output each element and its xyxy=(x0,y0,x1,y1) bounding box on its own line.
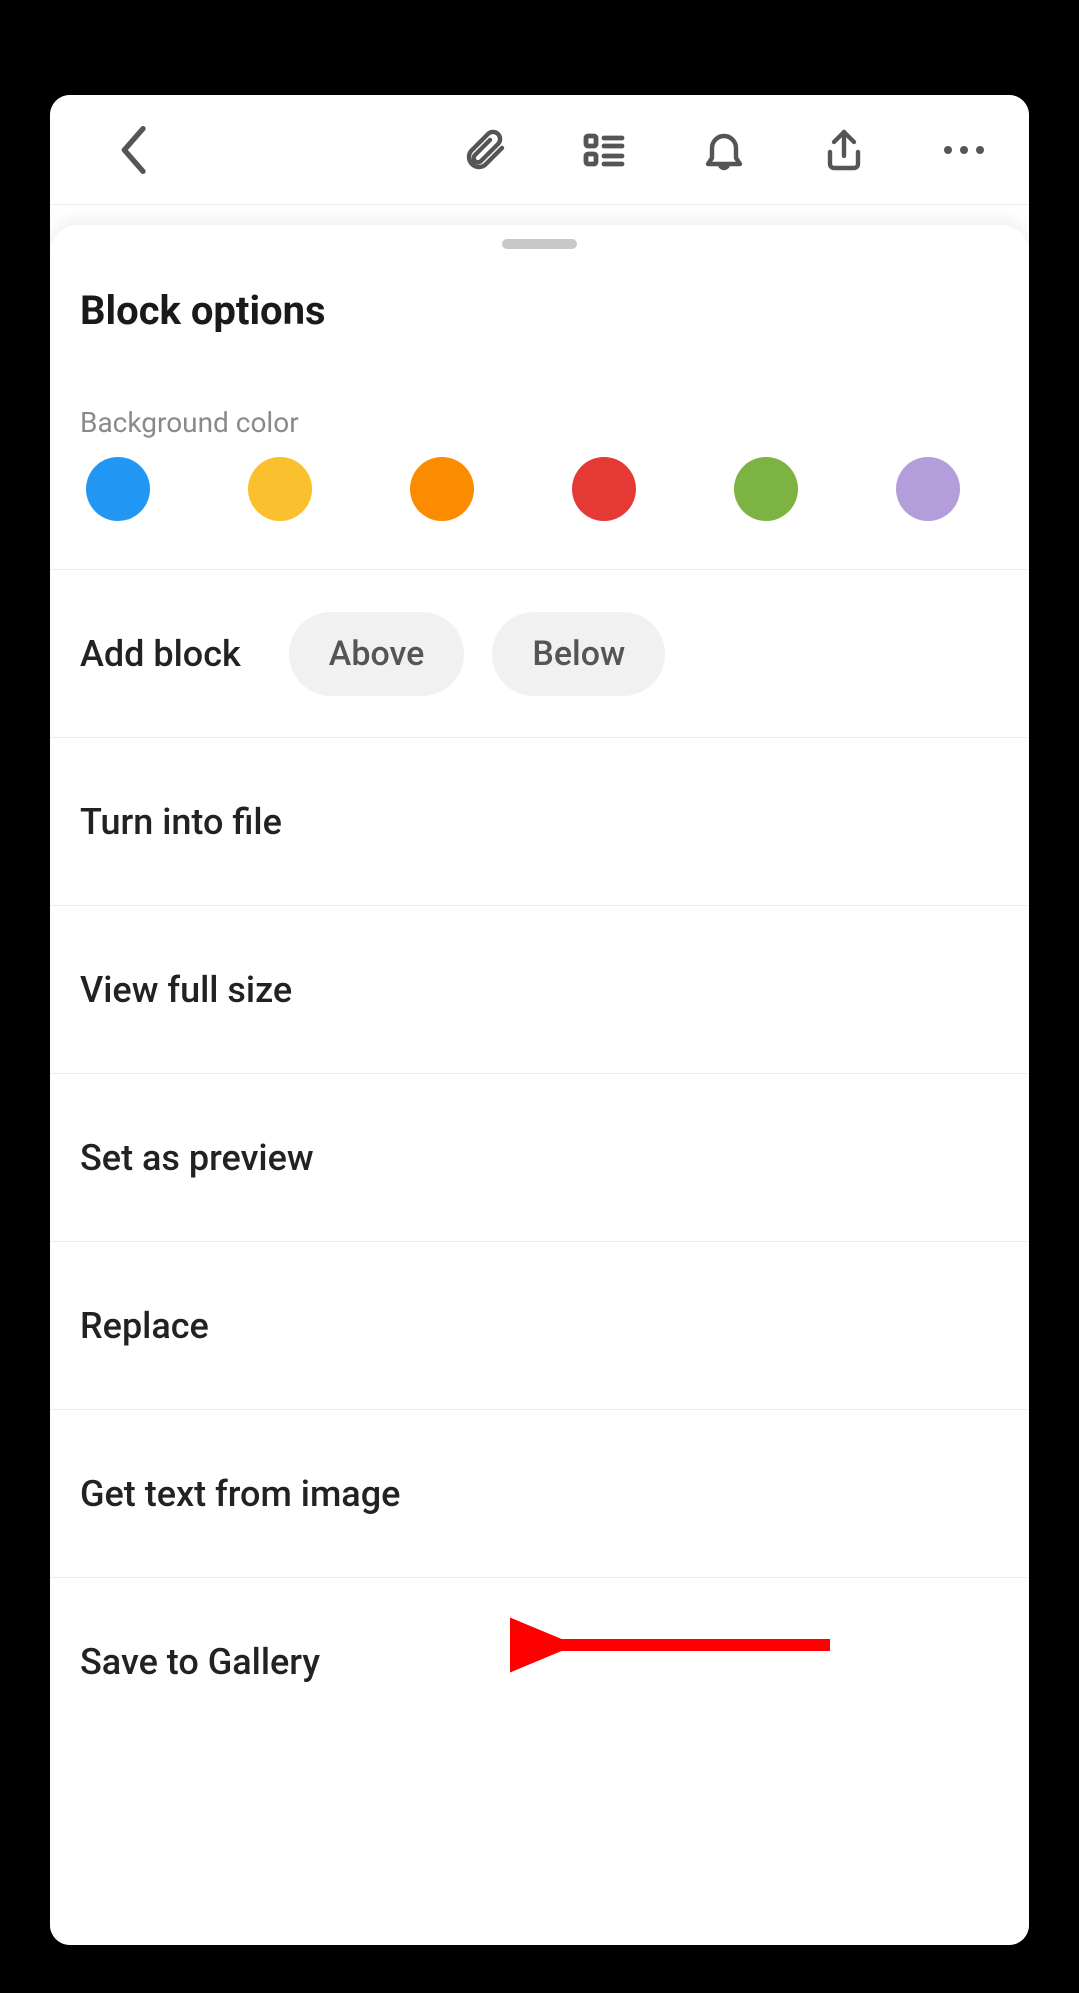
color-swatch-green[interactable] xyxy=(734,457,798,521)
option-label: Get text from image xyxy=(80,1473,400,1515)
sheet-drag-handle[interactable] xyxy=(502,239,577,249)
block-options-sheet: Block options Background color Add block… xyxy=(50,225,1029,1945)
option-save-to-gallery[interactable]: Save to Gallery xyxy=(50,1578,1029,1746)
share-icon[interactable] xyxy=(799,120,889,180)
sheet-title: Block options xyxy=(50,249,1029,344)
attachment-icon[interactable] xyxy=(439,120,529,180)
add-block-above-button[interactable]: Above xyxy=(289,612,465,696)
add-block-below-button[interactable]: Below xyxy=(492,612,665,696)
bell-icon[interactable] xyxy=(679,120,769,180)
add-block-label: Add block xyxy=(80,633,241,675)
list-icon[interactable] xyxy=(559,120,649,180)
option-replace[interactable]: Replace xyxy=(50,1242,1029,1410)
color-swatch-orange[interactable] xyxy=(410,457,474,521)
app-screen: Block options Background color Add block… xyxy=(50,95,1029,1945)
option-label: Turn into file xyxy=(80,801,282,843)
option-label: View full size xyxy=(80,969,292,1011)
color-swatch-yellow[interactable] xyxy=(248,457,312,521)
top-toolbar xyxy=(50,95,1029,205)
more-icon[interactable] xyxy=(919,120,1009,180)
add-block-row: Add block Above Below xyxy=(50,570,1029,738)
color-swatch-row xyxy=(50,457,1029,570)
color-swatch-blue[interactable] xyxy=(86,457,150,521)
back-button[interactable] xyxy=(90,120,180,180)
color-swatch-purple[interactable] xyxy=(896,457,960,521)
option-turn-into-file[interactable]: Turn into file xyxy=(50,738,1029,906)
option-view-full-size[interactable]: View full size xyxy=(50,906,1029,1074)
option-label: Replace xyxy=(80,1305,209,1347)
option-label: Save to Gallery xyxy=(80,1641,320,1683)
option-label: Set as preview xyxy=(80,1137,314,1179)
option-get-text-from-image[interactable]: Get text from image xyxy=(50,1410,1029,1578)
color-swatch-red[interactable] xyxy=(572,457,636,521)
option-set-as-preview[interactable]: Set as preview xyxy=(50,1074,1029,1242)
background-color-label: Background color xyxy=(50,344,1029,457)
